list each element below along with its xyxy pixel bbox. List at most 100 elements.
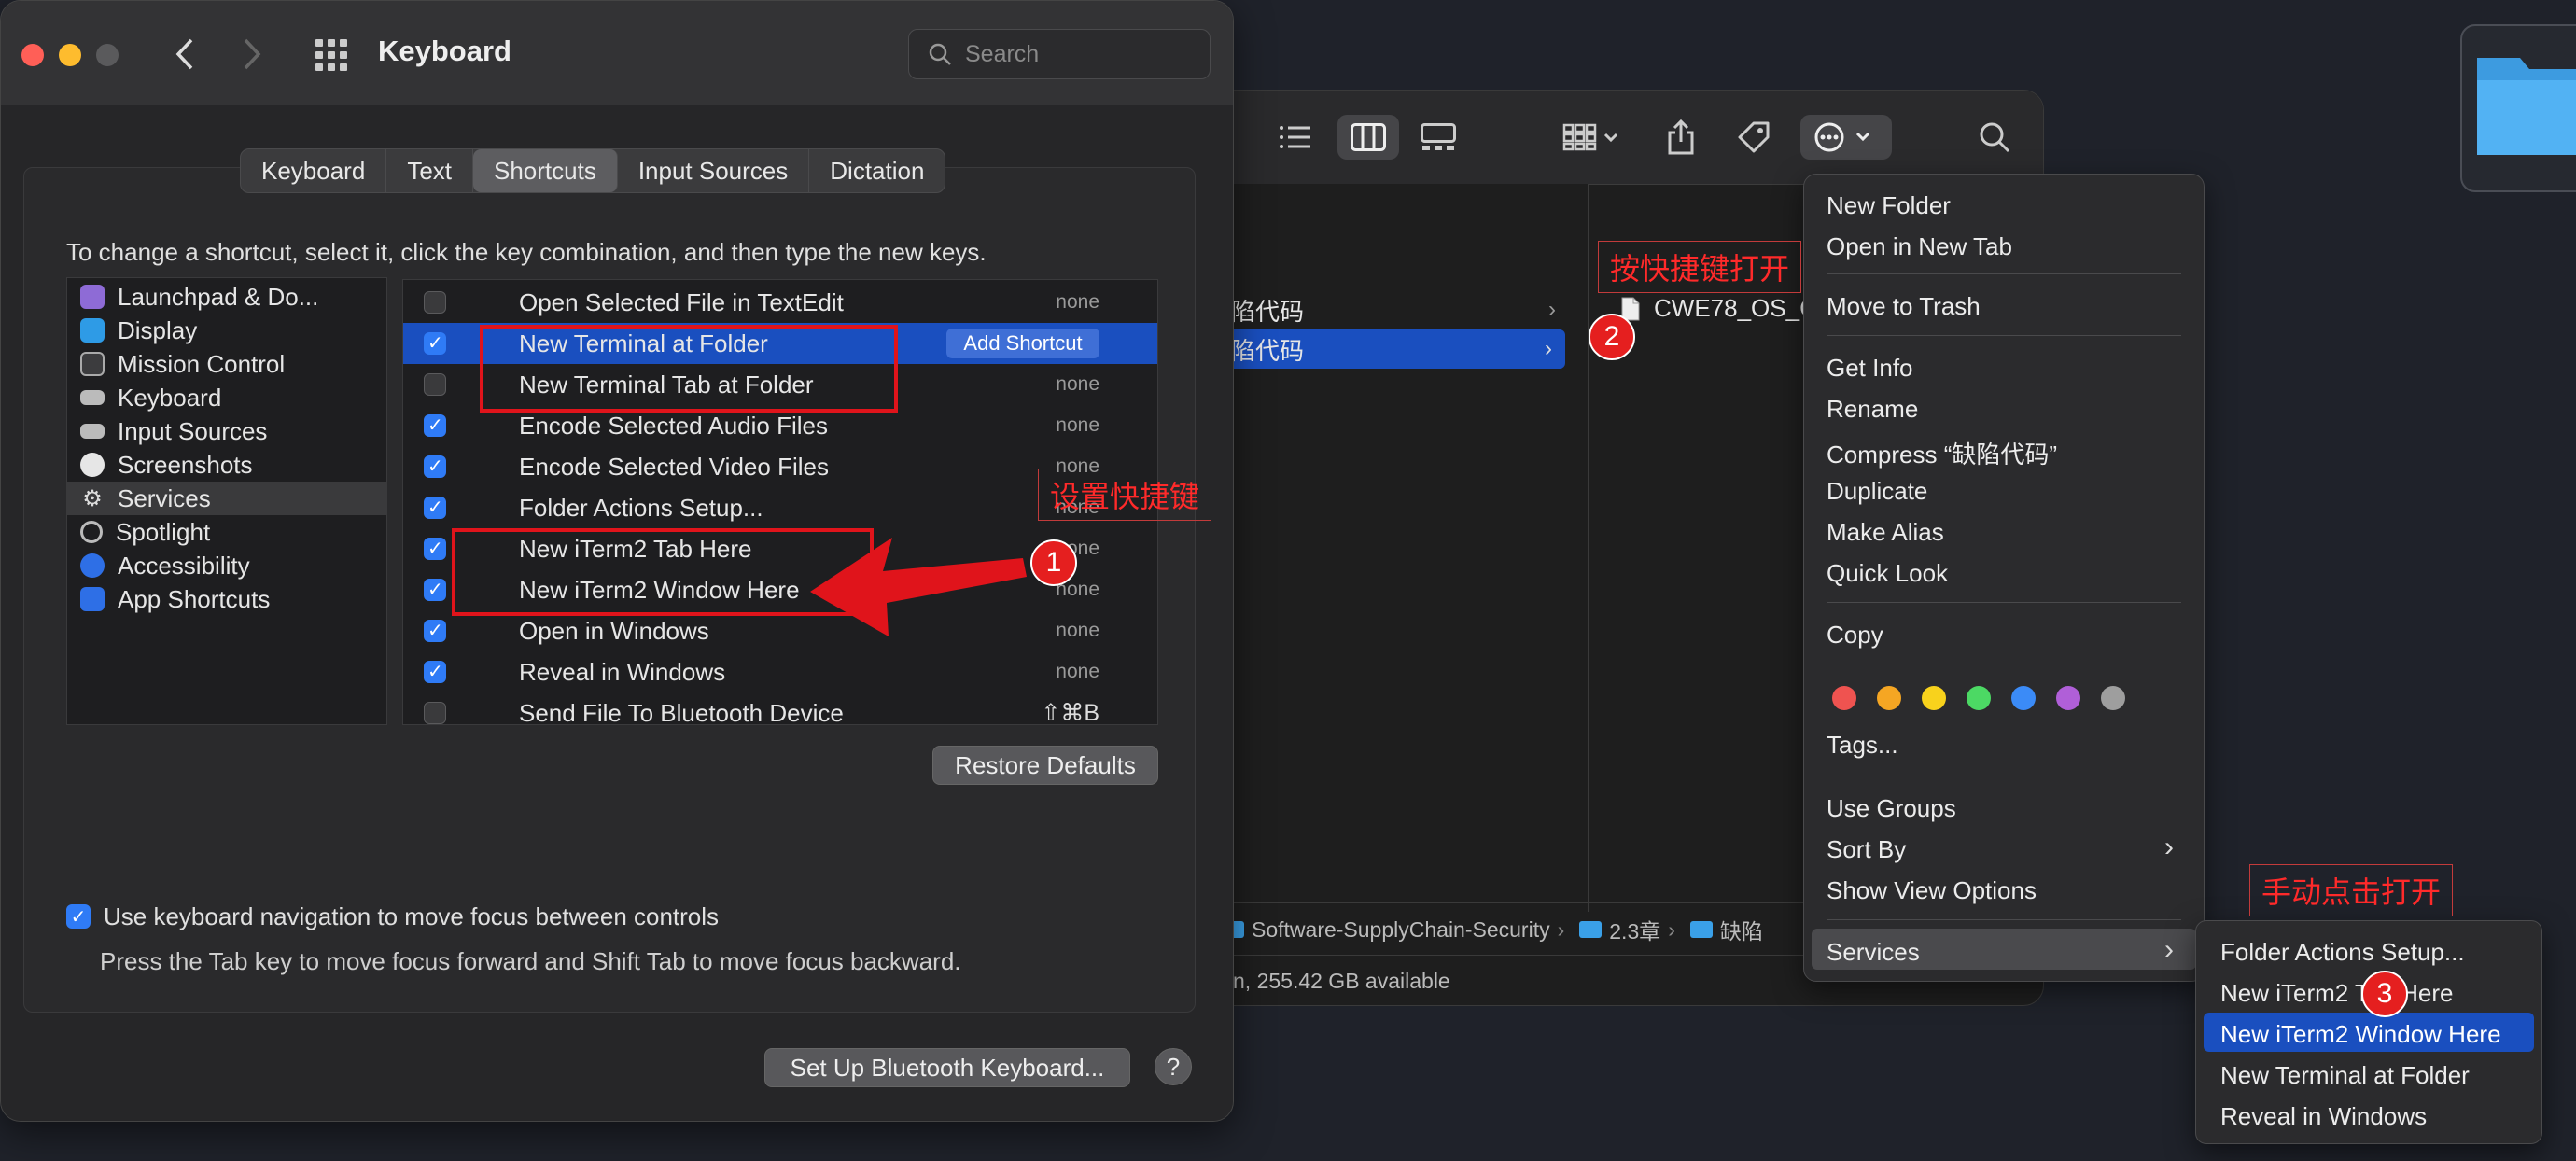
service-checkbox[interactable] (424, 578, 446, 601)
path-segment[interactable]: Software-SupplyChain-Security (1252, 917, 1550, 943)
column-view-button[interactable] (1337, 115, 1399, 160)
tag-green-dot[interactable] (1967, 686, 1991, 710)
search-field[interactable]: Search (908, 29, 1211, 79)
menu-item-duplicate[interactable]: Duplicate (1827, 477, 1927, 506)
menu-item-quick-look[interactable]: Quick Look (1827, 559, 1948, 588)
menu-item-get-info[interactable]: Get Info (1827, 354, 1913, 383)
sidebar-item-keyboard[interactable]: Keyboard (67, 381, 386, 414)
path-segment[interactable]: 2.3章 (1609, 914, 1660, 945)
menu-item-tags[interactable]: Tags... (1827, 731, 1898, 760)
sidebar-item-app-shortcuts[interactable]: App Shortcuts (67, 582, 386, 616)
service-row[interactable]: Reveal in Windows none (403, 651, 1157, 692)
menu-item-new-folder[interactable]: New Folder (1827, 191, 1951, 220)
sidebar-item-services[interactable]: ⚙ Services (67, 482, 386, 515)
file-row[interactable]: CWE78_OS_C (1620, 294, 1817, 323)
tag-red-dot[interactable] (1832, 686, 1856, 710)
path-segment[interactable]: 缺陷 (1720, 914, 1763, 945)
menu-separator (1827, 273, 2181, 274)
back-button[interactable] (173, 36, 195, 77)
shortcut-value[interactable]: none (1056, 291, 1099, 314)
service-checkbox[interactable] (424, 373, 446, 396)
close-window-button[interactable] (21, 44, 44, 66)
restore-defaults-button[interactable]: Restore Defaults (932, 746, 1158, 785)
service-row[interactable]: Open Selected File in TextEdit none (403, 282, 1157, 323)
tag-blue-dot[interactable] (2011, 686, 2036, 710)
annotation-label-set-shortcut: 设置快捷键 (1038, 469, 1212, 521)
menu-item-show-view-options[interactable]: Show View Options (1827, 876, 2037, 905)
tab-shortcuts[interactable]: Shortcuts (473, 149, 618, 192)
launchpad-icon (80, 285, 105, 309)
service-checkbox[interactable] (424, 619, 446, 642)
search-icon (1980, 122, 2010, 153)
forward-button[interactable] (242, 36, 264, 77)
folder-row-selected[interactable]: 缺陷代码 › (1214, 329, 1565, 369)
services-submenu: Folder Actions Setup... New iTerm2 Tab H… (2195, 920, 2542, 1144)
shortcut-value[interactable]: none (1056, 373, 1099, 396)
menu-item-make-alias[interactable]: Make Alias (1827, 518, 1944, 547)
tab-dictation[interactable]: Dictation (809, 149, 945, 192)
tab-keyboard[interactable]: Keyboard (241, 149, 387, 192)
desktop-folder[interactable] (2460, 24, 2576, 192)
gallery-view-button[interactable] (1416, 115, 1461, 160)
sidebar-item-display[interactable]: Display (67, 314, 386, 347)
sidebar-item-spotlight[interactable]: Spotlight (67, 515, 386, 549)
menu-item-move-to-trash[interactable]: Move to Trash (1827, 292, 1981, 321)
shortcut-value[interactable]: none (1056, 414, 1099, 437)
set-up-bluetooth-keyboard-button[interactable]: Set Up Bluetooth Keyboard... (764, 1048, 1130, 1087)
minimize-window-button[interactable] (59, 44, 81, 66)
service-checkbox[interactable] (424, 702, 446, 724)
add-shortcut-button[interactable]: Add Shortcut (946, 329, 1099, 358)
finder-search-button[interactable] (1972, 115, 2017, 160)
service-checkbox[interactable] (424, 413, 446, 437)
tab-text[interactable]: Text (386, 149, 473, 192)
service-checkbox[interactable] (424, 537, 446, 560)
list-view-button[interactable] (1272, 115, 1317, 160)
submenu-item-new-iterm2-window[interactable]: New iTerm2 Window Here (2220, 1020, 2501, 1049)
columns-icon (1351, 123, 1386, 151)
tag-orange-dot[interactable] (1877, 686, 1901, 710)
grid-dots-icon (315, 39, 347, 71)
show-all-button[interactable] (315, 38, 348, 77)
tab-input-sources[interactable]: Input Sources (618, 149, 810, 192)
sidebar-item-launchpad[interactable]: Launchpad & Do... (67, 280, 386, 314)
folder-row[interactable]: 缺陷代码 › (1214, 290, 1569, 329)
ellipsis-circle-icon (1814, 122, 1870, 152)
tag-button[interactable] (1731, 115, 1776, 160)
sidebar-item-input-sources[interactable]: Input Sources (67, 414, 386, 448)
more-actions-button[interactable] (1800, 115, 1892, 160)
tag-purple-dot[interactable] (2056, 686, 2080, 710)
submenu-item-new-iterm2-tab[interactable]: New iTerm2 Tab Here (2220, 979, 2454, 1008)
shortcut-value[interactable]: none (1056, 620, 1099, 642)
shortcut-value[interactable]: none (1056, 661, 1099, 683)
file-name: CWE78_OS_C (1654, 294, 1817, 322)
menu-item-open-in-new-tab[interactable]: Open in New Tab (1827, 232, 2012, 261)
shortcut-value[interactable]: ⇧⌘B (1041, 699, 1099, 724)
sidebar-item-accessibility[interactable]: Accessibility (67, 549, 386, 582)
menu-item-compress[interactable]: Compress “缺陷代码” (1827, 436, 2057, 470)
keyboard-navigation-checkbox[interactable]: ✓ (66, 904, 91, 929)
zoom-window-button[interactable] (96, 44, 119, 66)
display-icon (80, 318, 105, 343)
submenu-item-new-terminal-at-folder[interactable]: New Terminal at Folder (2220, 1061, 2470, 1090)
service-checkbox[interactable] (424, 496, 446, 519)
service-checkbox[interactable] (424, 660, 446, 683)
service-row[interactable]: Send File To Bluetooth Device ⇧⌘B (403, 692, 1157, 724)
share-button[interactable] (1659, 115, 1703, 160)
service-checkbox[interactable] (424, 331, 446, 355)
menu-item-use-groups[interactable]: Use Groups (1827, 794, 1956, 823)
service-checkbox[interactable] (424, 291, 446, 314)
menu-item-copy[interactable]: Copy (1827, 621, 1883, 650)
menu-item-sort-by[interactable]: Sort By (1827, 835, 1906, 864)
submenu-item-reveal-in-windows[interactable]: Reveal in Windows (2220, 1102, 2427, 1131)
tag-yellow-dot[interactable] (1922, 686, 1946, 710)
menu-item-rename[interactable]: Rename (1827, 395, 1918, 424)
tag-gray-dot[interactable] (2101, 686, 2125, 710)
service-checkbox[interactable] (424, 455, 446, 478)
sidebar-item-screenshots[interactable]: Screenshots (67, 448, 386, 482)
submenu-item-folder-actions[interactable]: Folder Actions Setup... (2220, 938, 2465, 967)
grid-icon (1562, 123, 1618, 151)
sidebar-item-mission-control[interactable]: Mission Control (67, 347, 386, 381)
menu-item-services[interactable]: Services (1827, 938, 1920, 967)
help-button[interactable]: ? (1155, 1048, 1192, 1085)
group-by-button[interactable] (1558, 115, 1627, 160)
